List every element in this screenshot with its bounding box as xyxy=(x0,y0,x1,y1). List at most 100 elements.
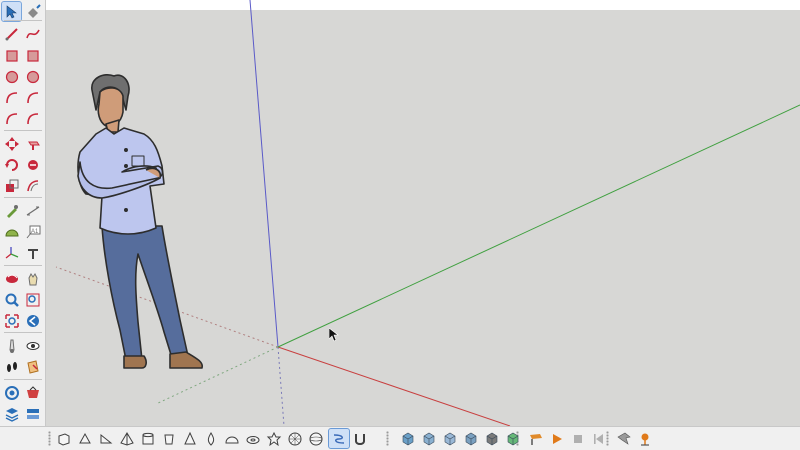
left-toolbar-row xyxy=(2,67,44,87)
warehouse-button[interactable] xyxy=(2,383,21,402)
pie-tool-button[interactable] xyxy=(23,109,42,128)
view-back-button[interactable] xyxy=(482,429,502,448)
view-iso-button[interactable] xyxy=(398,429,418,448)
warehouse-icon xyxy=(4,385,20,401)
rotate-tool-icon xyxy=(4,157,20,173)
two-point-arc-button[interactable] xyxy=(23,88,42,107)
scene-canvas[interactable] xyxy=(46,0,800,426)
line-tool-button[interactable] xyxy=(2,24,21,43)
eagle-button[interactable] xyxy=(614,429,634,448)
shape-geodesic-icon xyxy=(287,431,303,447)
view-front-button[interactable] xyxy=(440,429,460,448)
text-tool-button[interactable]: A1 xyxy=(23,222,42,241)
view-top-icon xyxy=(421,431,437,447)
shape-box-button[interactable] xyxy=(54,429,74,448)
freehand-tool-button[interactable] xyxy=(23,24,42,43)
dimension-tool-icon xyxy=(25,203,41,219)
circle-tool-icon xyxy=(4,69,20,85)
zoom-tool-icon xyxy=(4,292,20,308)
tape-measure-button[interactable] xyxy=(2,201,21,220)
sketchup-window: A1 xyxy=(0,0,800,450)
pan-tool-button[interactable] xyxy=(23,269,42,288)
left-toolbar-row xyxy=(2,155,44,175)
left-toolbar-row xyxy=(2,134,44,154)
shape-cone-icon xyxy=(182,431,198,447)
three-point-arc-button[interactable] xyxy=(2,109,21,128)
view-right-button[interactable] xyxy=(461,429,481,448)
select-tool-icon xyxy=(4,4,20,20)
view-top-button[interactable] xyxy=(419,429,439,448)
play-button[interactable] xyxy=(547,429,567,448)
push-pull-tool-button[interactable] xyxy=(23,134,42,153)
walk-tool-icon xyxy=(4,359,20,375)
zoom-extents-button[interactable] xyxy=(2,311,21,330)
scale-tool-button[interactable] xyxy=(2,176,21,195)
zoom-window-button[interactable] xyxy=(23,290,42,309)
polygon-tool-button[interactable] xyxy=(23,67,42,86)
toolbar-separator xyxy=(4,197,42,198)
layout-send-button[interactable] xyxy=(2,404,21,423)
shape-star-button[interactable] xyxy=(264,429,284,448)
shape-tube-icon xyxy=(161,431,177,447)
drawing-viewport[interactable] xyxy=(46,0,800,426)
3d-text-tool-button[interactable] xyxy=(23,243,42,262)
rewind-button[interactable] xyxy=(589,429,609,448)
shape-helix-button[interactable] xyxy=(328,428,350,449)
select-tool-button[interactable] xyxy=(1,1,22,22)
geo-pin-button[interactable] xyxy=(635,429,655,448)
shape-geodesic-button[interactable] xyxy=(285,429,305,448)
shape-cone-button[interactable] xyxy=(180,429,200,448)
shape-ramp-button[interactable] xyxy=(96,429,116,448)
animation-scene-button[interactable] xyxy=(526,429,546,448)
toolbar-separator xyxy=(4,130,42,131)
view-left-button[interactable] xyxy=(503,429,523,448)
shape-wedge-button[interactable] xyxy=(75,429,95,448)
rotate-tool-button[interactable] xyxy=(2,155,21,174)
view-left-icon xyxy=(505,431,521,447)
stop-button[interactable] xyxy=(568,429,588,448)
pie-tool-icon xyxy=(25,111,41,127)
rotated-rectangle-button[interactable] xyxy=(23,46,42,65)
extension-warehouse-button[interactable] xyxy=(23,383,42,402)
walk-tool-button[interactable] xyxy=(2,357,21,376)
arc-tool-button[interactable] xyxy=(2,88,21,107)
paint-bucket-button[interactable] xyxy=(23,2,42,21)
toolbar-separator xyxy=(4,332,42,333)
shape-sphere-button[interactable] xyxy=(306,429,326,448)
dimension-tool-button[interactable] xyxy=(23,201,42,220)
section-plane-button[interactable] xyxy=(23,357,42,376)
left-toolbar-row xyxy=(2,46,44,66)
previous-view-button[interactable] xyxy=(23,311,42,330)
axes-tool-button[interactable] xyxy=(2,243,21,262)
left-toolbar-row xyxy=(2,24,44,44)
shape-u-button[interactable] xyxy=(350,429,370,448)
circle-tool-button[interactable] xyxy=(2,67,21,86)
move-tool-button[interactable] xyxy=(2,134,21,153)
toolbar-separator xyxy=(4,20,42,21)
paint-bucket-icon xyxy=(25,3,41,20)
offset-tool-button[interactable] xyxy=(23,176,42,195)
shape-pyramid-button[interactable] xyxy=(117,429,137,448)
protractor-tool-button[interactable] xyxy=(2,222,21,241)
two-point-arc-icon xyxy=(25,90,41,106)
shape-box-icon xyxy=(56,431,72,447)
shape-tube-button[interactable] xyxy=(159,429,179,448)
toolbar-grip[interactable] xyxy=(48,431,51,446)
rectangle-tool-button[interactable] xyxy=(2,46,21,65)
shape-cylinder-button[interactable] xyxy=(138,429,158,448)
view-iso-icon xyxy=(400,431,416,447)
toolbar-grip[interactable] xyxy=(386,431,389,446)
zoom-tool-button[interactable] xyxy=(2,290,21,309)
orbit-tool-button[interactable] xyxy=(2,269,21,288)
shape-drop-button[interactable] xyxy=(201,429,221,448)
follow-me-tool-button[interactable] xyxy=(23,155,42,174)
shape-torus-button[interactable] xyxy=(243,429,263,448)
orbit-tool-icon xyxy=(4,271,20,287)
position-camera-button[interactable] xyxy=(2,336,21,355)
extension-manager-button[interactable] xyxy=(23,404,42,423)
scale-figure-person[interactable] xyxy=(77,74,204,369)
shape-dome-button[interactable] xyxy=(222,429,242,448)
left-toolbar-row xyxy=(2,336,44,356)
look-around-button[interactable] xyxy=(23,336,42,355)
shape-dome-icon xyxy=(224,431,240,447)
